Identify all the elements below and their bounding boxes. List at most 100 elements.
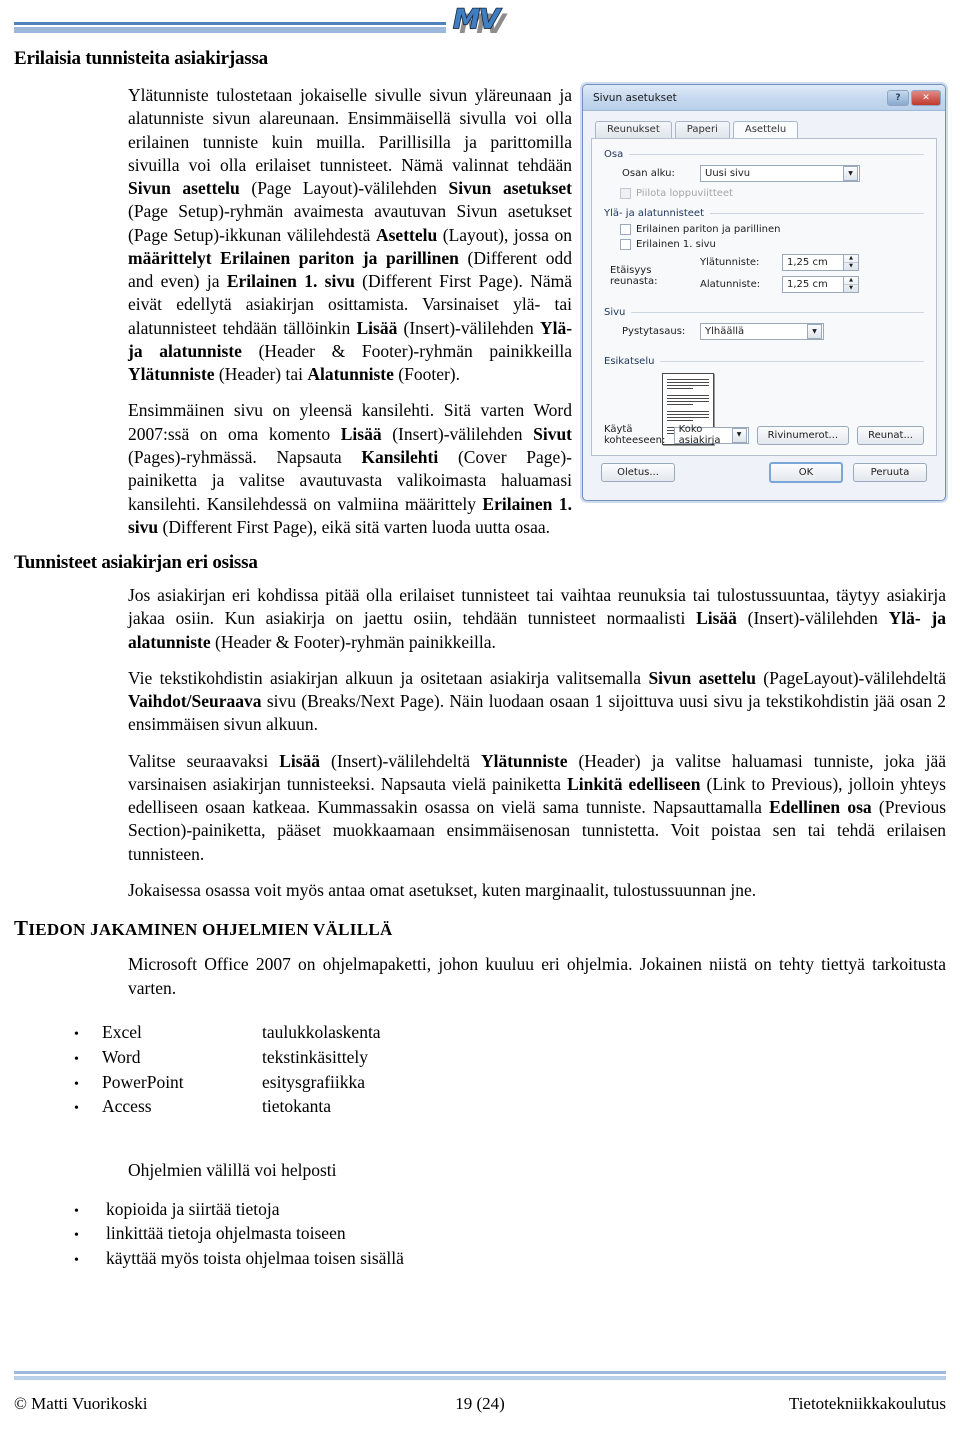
main-text-column: Sivun asetukset ? ✕ Reunukset Paperi Ase…: [128, 84, 946, 539]
ability-list: • kopioida ja siirtää tietoja • linkittä…: [74, 1197, 946, 1272]
stepper-buttons[interactable]: ▲ ▼: [844, 254, 859, 271]
p1-bold-1: Sivun asettelu: [128, 178, 240, 199]
tab-asettelu[interactable]: Asettelu: [732, 121, 799, 139]
default-button[interactable]: Oletus...: [601, 463, 675, 482]
ability-text: käyttää myös toista ohjelmaa toisen sisä…: [106, 1248, 404, 1269]
p1-bold-4: määrittelyt Erilainen pariton ja parilli…: [128, 247, 459, 268]
checkbox-erilainen-ensimmainen-sivu[interactable]: Erilainen 1. sivu: [604, 239, 924, 250]
group-osa: Osa Osan alku: Uusi sivu ▼ Piilota loppu…: [604, 149, 924, 199]
pystytasaus-select[interactable]: Ylhäällä ▼: [700, 323, 824, 340]
group-preview-legend: Esikatselu: [604, 356, 655, 367]
p2-bold-1: Lisää: [340, 423, 382, 444]
apply-to-select[interactable]: Koko asiakirja ▼: [673, 424, 749, 446]
program-desc: esitysgrafiikka: [262, 1071, 366, 1092]
group-osa-legend: Osa: [604, 149, 624, 160]
paragraph-7: Microsoft Office 2007 on ohjelmapaketti,…: [128, 954, 946, 998]
paragraph-3: Jos asiakirjan eri kohdissa pitää olla e…: [128, 584, 946, 654]
bullet-icon: •: [74, 1203, 79, 1219]
osan-alku-value: Uusi sivu: [705, 168, 751, 179]
page-setup-dialog: Sivun asetukset ? ✕ Reunukset Paperi Ase…: [582, 84, 946, 501]
p1-part-j: (Header) tai: [214, 364, 308, 385]
row-osan-alku: Osan alku: Uusi sivu ▼: [604, 165, 924, 182]
chevron-down-icon[interactable]: ▼: [843, 166, 858, 181]
heading-rest: IEDON JAKAMINEN OHJELMIEN VÄLILLÄ: [28, 920, 393, 940]
p1-part-i: (Header & Footer)-ryhmän painikkeilla: [241, 340, 573, 361]
p3-part-c: (Header & Footer)-ryhmän painikkeilla.: [210, 631, 496, 652]
checkbox-erilainen-pariton-parillinen[interactable]: Erilainen pariton ja parillinen: [604, 224, 924, 235]
close-icon[interactable]: ✕: [911, 89, 941, 106]
dialog-title-bar: Sivun asetukset ? ✕: [583, 85, 945, 111]
bullet-icon: •: [74, 1101, 79, 1117]
apply-to-value: Koko asiakirja: [678, 424, 721, 446]
cancel-button[interactable]: Peruuta: [853, 463, 927, 482]
distance-block: Etäisyys reunasta: Ylätunniste: 1,25 cm …: [604, 254, 924, 298]
footer-page-number: 19 (24): [455, 1394, 505, 1413]
alatunniste-value[interactable]: 1,25 cm: [782, 276, 844, 293]
p1-bold-6: Lisää: [356, 317, 398, 338]
dialog-footer-buttons: Oletus... OK Peruuta: [591, 456, 937, 483]
p1-part-h: (Insert)-välilehden: [397, 317, 540, 338]
bullet-icon: •: [74, 1026, 79, 1042]
pystytasaus-label: Pystytasaus:: [622, 326, 686, 337]
bullet-icon: •: [74, 1253, 79, 1269]
distance-label: Etäisyys reunasta:: [610, 265, 658, 287]
mv-logo-icon: MV MV: [420, 0, 540, 40]
osan-alku-label: Osan alku:: [622, 168, 675, 179]
line-numbers-button[interactable]: Rivinumerot...: [756, 425, 850, 445]
chevron-down-icon[interactable]: ▼: [807, 324, 822, 339]
p3-bold-1: Lisää: [696, 608, 737, 629]
p5-bold-4: Edellinen osa: [769, 797, 872, 818]
stepper-buttons[interactable]: ▲ ▼: [844, 276, 859, 293]
paragraph-4: Vie tekstikohdistin asiakirjan alkuun ja…: [128, 667, 946, 737]
program-desc: tekstinkäsittely: [262, 1046, 368, 1067]
ylatunniste-stepper[interactable]: 1,25 cm ▲ ▼: [782, 254, 859, 271]
list-item: • linkittää tietoja ohjelmasta toiseen: [74, 1221, 946, 1246]
dialog-title: Sivun asetukset: [593, 91, 677, 104]
program-name: Access: [102, 1096, 152, 1117]
checkbox-box: [620, 224, 631, 235]
stepper-down-icon[interactable]: ▼: [844, 285, 858, 292]
group-sivu: Sivu Pystytasaus: Ylhäällä ▼: [604, 307, 924, 340]
section-text-column: Jos asiakirjan eri kohdissa pitää olla e…: [128, 584, 946, 902]
p1-part-k: (Footer).: [393, 364, 460, 385]
osan-alku-select[interactable]: Uusi sivu ▼: [700, 165, 860, 182]
program-desc: tietokanta: [262, 1096, 332, 1117]
abilities-text-column: Ohjelmien välillä voi helposti: [128, 1159, 946, 1182]
stepper-up-icon[interactable]: ▲: [844, 255, 858, 263]
page-title: Erilaisia tunnisteita asiakirjassa: [14, 48, 268, 69]
svg-text:MV: MV: [453, 4, 502, 35]
program-list: • Excel taulukkolaskenta • Word tekstink…: [74, 1020, 946, 1120]
list-item: • kopioida ja siirtää tietoja: [74, 1197, 946, 1222]
row-alatunniste: Alatunniste: 1,25 cm ▲ ▼: [700, 276, 859, 293]
p5-bold-2: Ylätunniste: [480, 750, 568, 771]
tab-paperi[interactable]: Paperi: [674, 121, 730, 138]
checkbox-box: [620, 188, 631, 199]
document-page: MV MV Erilaisia tunnisteita asiakirjassa…: [0, 0, 960, 1432]
stepper-up-icon[interactable]: ▲: [844, 277, 858, 285]
checkbox-label: Piilota loppuviitteet: [636, 188, 733, 199]
apply-to-row: Käytä kohteeseen: Koko asiakirja ▼ Rivin…: [604, 424, 924, 446]
ylatunniste-label: Ylätunniste:: [700, 257, 760, 268]
p5-part-a: Valitse seuraavaksi: [128, 750, 280, 771]
ylatunniste-value[interactable]: 1,25 cm: [782, 254, 844, 271]
alatunniste-stepper[interactable]: 1,25 cm ▲ ▼: [782, 276, 859, 293]
p1-bold-9: Alatunniste: [307, 364, 394, 385]
list-item: • PowerPoint esitysgrafiikka: [74, 1070, 946, 1095]
list-item: • käyttää myös toista ohjelmaa toisen si…: [74, 1246, 946, 1271]
chevron-down-icon[interactable]: ▼: [731, 427, 747, 443]
bullet-icon: •: [74, 1076, 79, 1092]
tab-reunukset[interactable]: Reunukset: [595, 121, 672, 138]
dialog-panel-asettelu: Osa Osan alku: Uusi sivu ▼ Piilota loppu…: [591, 138, 937, 456]
row-ylatunniste: Ylätunniste: 1,25 cm ▲ ▼: [700, 254, 859, 271]
stepper-down-icon[interactable]: ▼: [844, 263, 858, 270]
checkbox-piilota-loppuviitteet[interactable]: Piilota loppuviitteet: [604, 188, 924, 199]
help-icon[interactable]: ?: [887, 89, 909, 106]
footer-rule: [14, 1371, 946, 1380]
list-item: • Word tekstinkäsittely: [74, 1045, 946, 1070]
row-pystytasaus: Pystytasaus: Ylhäällä ▼: [604, 323, 924, 340]
footer-organization: Tietotekniikkakoulutus: [788, 1394, 947, 1413]
ok-button[interactable]: OK: [769, 462, 843, 483]
borders-button[interactable]: Reunat...: [857, 425, 924, 445]
p4-bold-2: Vaihdot/Seuraava: [128, 691, 262, 712]
bullet-icon: •: [74, 1228, 79, 1244]
